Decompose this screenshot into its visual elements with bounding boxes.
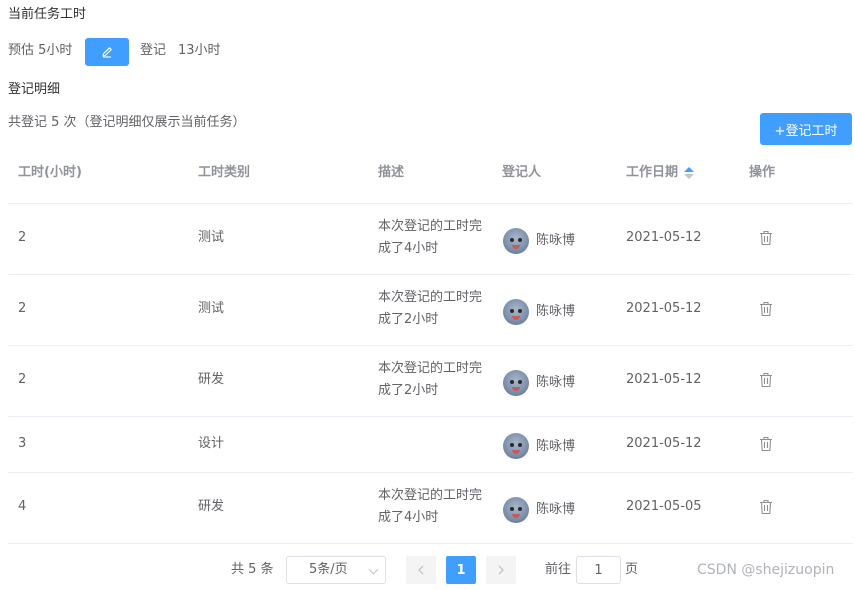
cell-category: 设计 — [198, 436, 225, 451]
estimate-label: 预估 5小时 — [8, 43, 73, 58]
pagination-total: 共 5 条 — [231, 562, 274, 577]
goto-label: 前往 — [545, 562, 572, 577]
cell-desc: 本次登记的工时完成了4小时 — [378, 219, 483, 256]
trash-icon[interactable] — [759, 301, 773, 317]
chevron-right-icon — [498, 565, 504, 575]
cell-desc: 本次登记的工时完成了2小时 — [378, 290, 483, 327]
avatar — [503, 433, 529, 459]
cell-category: 测试 — [198, 301, 225, 316]
row-divider — [8, 203, 853, 204]
cell-date: 2021-05-12 — [626, 372, 702, 387]
row-divider — [8, 416, 853, 417]
cell-user: 陈咏博 — [536, 233, 576, 248]
column-header-user: 登记人 — [502, 165, 542, 180]
row-divider — [8, 472, 853, 473]
avatar — [503, 497, 529, 523]
registered-value: 13小时 — [178, 43, 221, 58]
cell-hours: 2 — [18, 301, 27, 316]
cell-hours: 2 — [18, 230, 27, 245]
row-divider — [8, 345, 853, 346]
page-size-value: 5条/页 — [309, 562, 348, 577]
avatar — [503, 299, 529, 325]
trash-icon[interactable] — [759, 499, 773, 515]
cell-user: 陈咏博 — [536, 375, 576, 390]
next-page-button[interactable] — [486, 556, 516, 584]
page-size-select[interactable]: 5条/页 — [286, 556, 386, 584]
registered-label: 登记 — [140, 43, 167, 58]
cell-date: 2021-05-05 — [626, 499, 702, 514]
cell-date: 2021-05-12 — [626, 436, 702, 451]
column-header-date-label: 工作日期 — [626, 165, 679, 180]
cell-desc: 本次登记的工时完成了4小时 — [378, 488, 483, 525]
row-divider — [8, 274, 853, 275]
cell-category: 研发 — [198, 372, 225, 387]
cell-category: 测试 — [198, 230, 225, 245]
details-title: 登记明细 — [8, 82, 61, 97]
avatar — [503, 228, 529, 254]
cell-user: 陈咏博 — [536, 439, 576, 454]
add-hours-button[interactable]: +登记工时 — [760, 113, 852, 145]
cell-hours: 3 — [18, 436, 27, 451]
page-number-current[interactable]: 1 — [446, 556, 476, 584]
column-header-desc: 描述 — [378, 165, 405, 180]
column-header-date[interactable]: 工作日期 — [626, 165, 695, 181]
cell-desc: 本次登记的工时完成了2小时 — [378, 361, 483, 398]
cell-category: 研发 — [198, 499, 225, 514]
watermark: CSDN @shejizuopin — [697, 562, 835, 578]
goto-page-input[interactable] — [576, 556, 621, 584]
cell-hours: 2 — [18, 372, 27, 387]
prev-page-button[interactable] — [406, 556, 436, 584]
chevron-down-icon — [368, 564, 379, 575]
trash-icon[interactable] — [759, 372, 773, 388]
chevron-left-icon — [418, 565, 424, 575]
column-header-category: 工时类别 — [198, 165, 251, 180]
page-label: 页 — [625, 562, 639, 577]
row-divider — [8, 543, 853, 544]
sort-caret-icon[interactable] — [684, 166, 695, 180]
cell-hours: 4 — [18, 499, 27, 514]
edit-estimate-button[interactable] — [85, 38, 129, 66]
trash-icon[interactable] — [759, 230, 773, 246]
details-summary: 共登记 5 次（登记明细仅展示当前任务） — [8, 115, 246, 130]
column-header-actions: 操作 — [749, 165, 776, 180]
avatar — [503, 370, 529, 396]
cell-user: 陈咏博 — [536, 304, 576, 319]
column-header-hours: 工时(小时) — [18, 165, 82, 180]
cell-date: 2021-05-12 — [626, 230, 702, 245]
edit-icon — [102, 47, 112, 58]
task-hours-title: 当前任务工时 — [8, 7, 87, 22]
trash-icon[interactable] — [759, 436, 773, 452]
cell-user: 陈咏博 — [536, 502, 576, 517]
cell-date: 2021-05-12 — [626, 301, 702, 316]
